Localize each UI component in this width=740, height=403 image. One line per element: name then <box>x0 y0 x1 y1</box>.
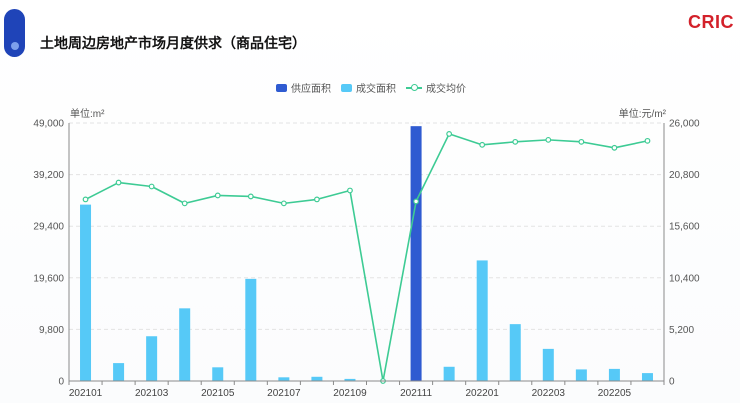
bar-deal-area <box>146 336 158 381</box>
x-tick-label: 202107 <box>267 388 301 399</box>
axes-group: 0 9,800 19,600 29,400 39,200 49,000 0 5,200 10,4… <box>33 119 700 400</box>
bar-deal-area <box>245 278 257 381</box>
bar-deal-area <box>80 204 92 381</box>
chart-svg: 0 9,800 19,600 29,400 39,200 49,000 0 5,200 10,4… <box>33 119 700 400</box>
bar-supply <box>410 126 422 382</box>
price-point <box>280 200 287 207</box>
price-point <box>512 138 519 145</box>
price-point <box>247 193 254 200</box>
y-right-tick-label: 5,200 <box>669 325 694 336</box>
y-right-tick-label: 26,000 <box>669 119 700 130</box>
x-tick-label: 202205 <box>598 388 632 399</box>
y-right-tick-label: 15,600 <box>669 222 700 233</box>
x-tick-label: 202111 <box>400 388 432 399</box>
bar-deal-area <box>476 260 488 381</box>
price-point <box>181 200 188 207</box>
bar-deal-area <box>608 368 620 381</box>
price-point <box>314 196 320 203</box>
price-point <box>545 136 552 143</box>
x-tick-label: 202103 <box>135 388 169 399</box>
y-left-tick-label: 49,000 <box>33 119 64 130</box>
price-point <box>578 138 585 145</box>
bar-deal-area <box>212 367 224 381</box>
chart-page: 土地周边房地产市场月度供求（商品住宅） CRIC 供应面积 成交面积 成交均价 … <box>0 0 740 403</box>
x-tick-label: 202201 <box>466 388 500 399</box>
x-tick-label: 202109 <box>333 388 367 399</box>
price-line <box>85 133 648 382</box>
price-point <box>214 192 221 199</box>
y-left-tick-label: 39,200 <box>33 170 64 181</box>
x-tick-label: 202101 <box>69 388 103 399</box>
price-point <box>115 179 122 186</box>
bars-group <box>80 126 653 382</box>
x-tick-label: 202203 <box>532 388 566 399</box>
price-line-group <box>82 131 651 384</box>
price-point <box>413 198 419 205</box>
bar-deal-area <box>641 373 653 381</box>
y-left-tick-label: 19,600 <box>33 273 64 284</box>
grid-lines <box>69 122 664 330</box>
price-point <box>479 141 486 148</box>
y-left-tick-label: 0 <box>58 377 64 388</box>
bar-deal-area <box>311 376 323 381</box>
price-point <box>148 183 155 190</box>
y-left-tick-label: 9,800 <box>39 325 64 336</box>
bar-deal-area <box>113 363 125 381</box>
bar-deal-area <box>179 308 191 381</box>
bar-deal-area <box>575 369 587 381</box>
price-point <box>347 187 353 194</box>
bar-deal-area <box>542 348 554 381</box>
price-point <box>644 137 651 144</box>
bar-deal-area <box>509 324 521 381</box>
price-point <box>446 131 453 137</box>
y-right-tick-label: 20,800 <box>669 170 700 181</box>
bar-deal-area <box>278 377 290 381</box>
y-left-tick-label: 29,400 <box>33 222 64 233</box>
x-tick-label: 202105 <box>201 388 235 399</box>
y-right-tick-label: 10,400 <box>669 273 700 284</box>
bar-deal-area <box>443 366 455 381</box>
price-point <box>611 144 618 151</box>
y-right-tick-label: 0 <box>669 377 675 388</box>
price-point <box>82 196 89 203</box>
